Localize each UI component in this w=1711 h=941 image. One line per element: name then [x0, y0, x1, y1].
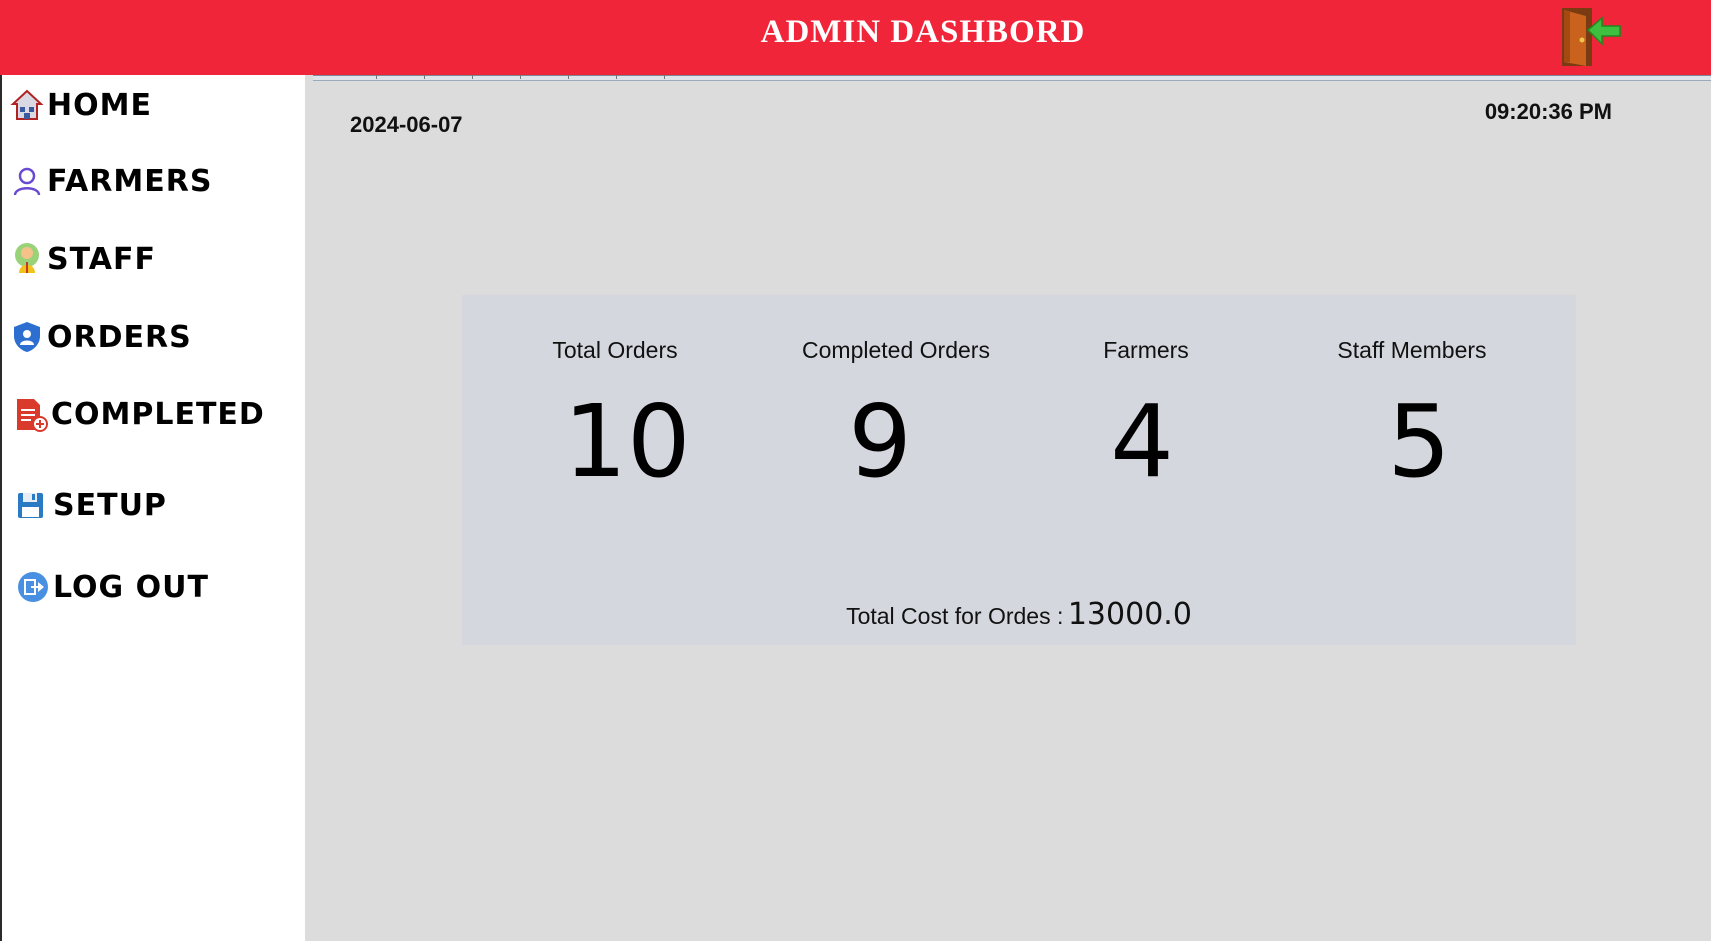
stat-value-staff-members: 5: [1387, 383, 1451, 500]
sidebar-item-label: COMPLETED: [51, 396, 265, 432]
stats-panel: Total Orders 10 Completed Orders 9 Farme…: [462, 295, 1576, 645]
tab-marker[interactable]: [313, 75, 377, 79]
stat-value-farmers: 4: [1110, 383, 1174, 500]
home-icon: [10, 88, 44, 122]
sidebar-item-completed[interactable]: COMPLETED: [14, 392, 265, 436]
current-date: 2024-06-07: [350, 112, 463, 137]
main-content: 2024-06-07 09:20:36 PM Total Orders 10 C…: [305, 75, 1711, 941]
sidebar-item-label: HOME: [47, 87, 152, 123]
document-add-icon: [14, 397, 48, 432]
header-bar: ADMIN DASHBORD: [0, 0, 1711, 75]
total-cost: Total Cost for Ordes : 13000.0: [462, 597, 1576, 632]
total-cost-label: Total Cost for Ordes :: [846, 603, 1064, 629]
stat-label-staff-members: Staff Members: [1337, 337, 1487, 363]
sidebar: HOME FARMERS STAFF ORDERS COMPLETED SETU…: [0, 75, 305, 941]
stat-label-completed-orders: Completed Orders: [802, 337, 990, 363]
sidebar-item-label: SETUP: [53, 487, 167, 523]
stat-label-farmers: Farmers: [1103, 337, 1189, 363]
sidebar-item-staff[interactable]: STAFF: [10, 237, 156, 281]
page-title: ADMIN DASHBORD: [760, 14, 1086, 50]
sidebar-item-label: FARMERS: [47, 163, 213, 199]
sidebar-item-orders[interactable]: ORDERS: [10, 315, 192, 359]
staff-icon: [10, 242, 44, 276]
tab-marker[interactable]: [616, 75, 665, 79]
floppy-disk-icon: [16, 488, 50, 522]
tab-marker[interactable]: [568, 75, 617, 79]
user-icon: [10, 164, 44, 198]
logout-icon: [16, 570, 50, 604]
stat-value-completed-orders: 9: [848, 383, 912, 500]
tab-marker[interactable]: [424, 75, 473, 79]
sidebar-item-home[interactable]: HOME: [10, 83, 152, 127]
sidebar-item-setup[interactable]: SETUP: [16, 483, 167, 527]
tab-marker[interactable]: [376, 75, 425, 79]
exit-door-icon[interactable]: [1556, 4, 1626, 70]
current-time: 09:20:36 PM: [1484, 99, 1612, 124]
stat-value-total-orders: 10: [563, 383, 691, 500]
shield-icon: [10, 320, 44, 354]
sidebar-item-label: STAFF: [47, 241, 156, 277]
total-cost-value: 13000.0: [1067, 597, 1192, 632]
tab-marker[interactable]: [472, 75, 521, 79]
stat-label-total-orders: Total Orders: [552, 337, 678, 363]
sidebar-item-label: LOG OUT: [53, 569, 209, 605]
sidebar-item-label: ORDERS: [47, 319, 192, 355]
sidebar-item-log-out[interactable]: LOG OUT: [16, 565, 209, 609]
sidebar-item-farmers[interactable]: FARMERS: [10, 159, 212, 203]
tab-marker[interactable]: [520, 75, 569, 79]
